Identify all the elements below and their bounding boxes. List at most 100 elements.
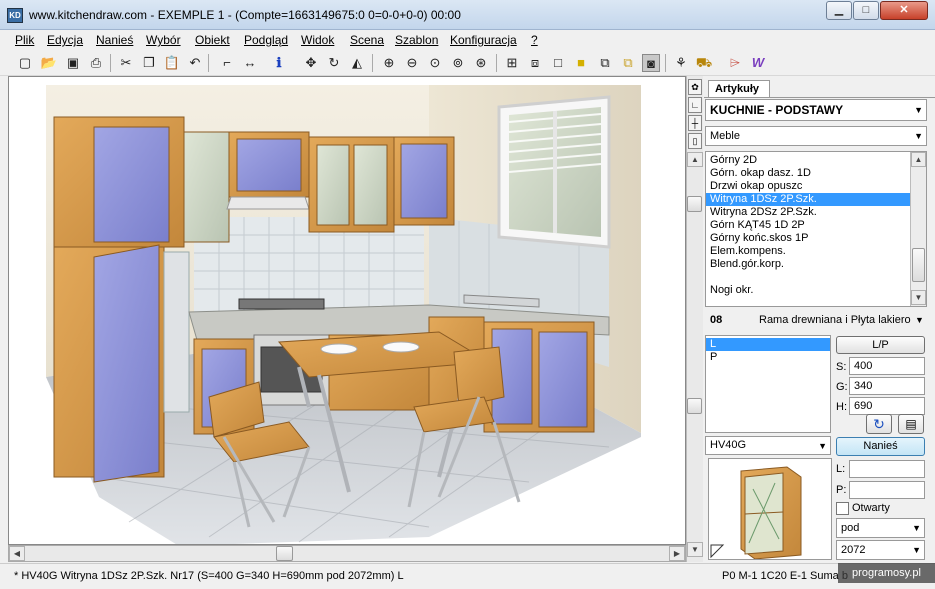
tab-wall-icon[interactable]: ┼ xyxy=(688,115,702,131)
tool-b-icon[interactable]: ⛟ xyxy=(695,54,713,72)
info-icon[interactable]: ℹ xyxy=(270,54,288,72)
article-list[interactable]: Górny 2D Górn. okap dasz. 1D Drzwi okap op… xyxy=(705,151,927,307)
3d-viewport[interactable] xyxy=(8,76,686,545)
minimize-button[interactable]: ▁ xyxy=(826,1,852,20)
save-icon[interactable]: ▣ xyxy=(64,54,82,72)
scroll-thumb[interactable] xyxy=(912,248,925,282)
tab-plan-icon[interactable]: ∟ xyxy=(688,97,702,113)
list-item[interactable]: Witryna 1DSz 2P.Szk. xyxy=(706,193,926,206)
list-item[interactable]: Górny 2D xyxy=(706,154,926,167)
tool-c-icon[interactable]: ⌲ xyxy=(726,54,744,72)
reference-select[interactable]: HV40G ▼ xyxy=(705,436,831,455)
camera-view-icon[interactable]: ◙ xyxy=(642,54,660,72)
list-scrollbar[interactable]: ▲ ▼ xyxy=(910,152,926,306)
menu-widok[interactable]: Widok xyxy=(301,33,334,47)
zoom-in-icon[interactable]: ⊕ xyxy=(380,54,398,72)
toolbar-separator xyxy=(496,54,497,72)
list-item[interactable] xyxy=(706,271,926,284)
list-item[interactable]: Górn KĄT45 1D 2P xyxy=(706,219,926,232)
tool-a-icon[interactable]: ⚘ xyxy=(672,54,690,72)
open-folder-icon[interactable]: 📂 xyxy=(40,54,58,72)
cut-icon[interactable]: ✂ xyxy=(117,54,135,72)
list-item[interactable]: Nogi okr. xyxy=(706,284,926,297)
chevron-down-icon: ▼ xyxy=(915,315,924,325)
zoom-previous-icon[interactable]: ⊛ xyxy=(472,54,490,72)
position-select[interactable]: pod ▼ xyxy=(836,518,925,538)
catalog-sheet-icon[interactable]: ▤ xyxy=(898,414,924,434)
menu-help[interactable]: ? xyxy=(531,33,538,47)
scroll-down-icon[interactable]: ▼ xyxy=(687,542,703,557)
list-item[interactable]: Górn. okap dasz. 1D xyxy=(706,167,926,180)
model-select[interactable]: 08 Rama drewniana i Płyta lakiero ▼ xyxy=(705,312,927,330)
rotate-icon[interactable]: ↻ xyxy=(325,54,343,72)
print-icon[interactable]: ⎙ xyxy=(87,54,105,72)
tab-articles-icon[interactable]: ✿ xyxy=(688,79,702,95)
tab-page-icon[interactable]: ▯ xyxy=(688,133,702,149)
elevation-view-icon[interactable]: ⧈ xyxy=(526,54,544,72)
menu-szablon[interactable]: Szablon xyxy=(395,33,438,47)
scroll-thumb[interactable] xyxy=(687,398,702,414)
solid-view-icon[interactable]: ■ xyxy=(572,54,590,72)
place-button[interactable]: Nanieś xyxy=(836,437,925,456)
menu-edycja[interactable]: Edycja xyxy=(47,33,83,47)
catalog-select[interactable]: KUCHNIE - PODSTAWY ▼ xyxy=(705,99,927,121)
width-input[interactable]: 400 xyxy=(849,357,925,375)
dimension-icon[interactable]: ↔ xyxy=(241,54,259,72)
refresh-icon[interactable]: ↻ xyxy=(866,414,892,434)
new-file-icon[interactable]: ▢ xyxy=(16,54,34,72)
maximize-button[interactable]: □ xyxy=(853,1,879,20)
undo-icon[interactable]: ↶ xyxy=(186,54,204,72)
zoom-all-icon[interactable]: ⊚ xyxy=(449,54,467,72)
box-view-icon[interactable]: ⧉ xyxy=(596,54,614,72)
horizontal-scrollbar[interactable]: ◀ ▶ xyxy=(8,545,686,562)
lp-toggle-button[interactable]: L/P xyxy=(836,336,925,354)
tab-articles[interactable]: Artykuły xyxy=(708,80,770,97)
hinge-option[interactable]: P xyxy=(706,351,830,364)
scroll-thumb[interactable] xyxy=(687,196,702,212)
zoom-out-icon[interactable]: ⊖ xyxy=(403,54,421,72)
menu-nanies[interactable]: Nanieś xyxy=(96,33,133,47)
scroll-up-icon[interactable]: ▲ xyxy=(687,152,703,167)
hinge-option[interactable]: L xyxy=(706,338,830,351)
menu-label: Podgląd xyxy=(244,33,289,47)
menu-podglad[interactable]: Podgląd xyxy=(244,33,288,47)
wireframe-view-icon[interactable]: □ xyxy=(549,54,567,72)
paste-icon[interactable]: 📋 xyxy=(163,54,181,72)
hinge-list[interactable]: LP xyxy=(705,335,831,433)
tool-d-icon[interactable]: W xyxy=(749,54,767,72)
list-item[interactable]: Elem.kompens. xyxy=(706,245,926,258)
render-view-icon[interactable]: ⧉ xyxy=(619,54,637,72)
close-button[interactable]: ✕ xyxy=(880,1,928,20)
measure-icon[interactable]: ⌐ xyxy=(218,54,236,72)
right-input[interactable] xyxy=(849,481,925,499)
menu-label: Widok xyxy=(301,33,335,47)
plan-view-icon[interactable]: ⊞ xyxy=(503,54,521,72)
menu-plik[interactable]: Plik xyxy=(15,33,34,47)
depth-input[interactable]: 340 xyxy=(849,377,925,395)
height-select[interactable]: 2072 ▼ xyxy=(836,540,925,560)
list-item[interactable]: Drzwi okap opuszc xyxy=(706,180,926,193)
hinge-list-items: LP xyxy=(706,336,830,364)
list-item[interactable]: Górny końc.skos 1P xyxy=(706,232,926,245)
plate xyxy=(320,343,358,355)
scroll-left-icon[interactable]: ◀ xyxy=(9,546,25,561)
open-checkbox[interactable] xyxy=(836,502,849,515)
height-input[interactable]: 690 xyxy=(849,397,925,415)
menu-scena[interactable]: Scena xyxy=(350,33,384,47)
scroll-down-icon[interactable]: ▼ xyxy=(911,290,926,305)
left-input[interactable] xyxy=(849,460,925,478)
category-select[interactable]: Meble ▼ xyxy=(705,126,927,146)
menu-konfiguracja[interactable]: Konfiguracja xyxy=(450,33,517,47)
menu-obiekt[interactable]: Obiekt xyxy=(195,33,230,47)
scroll-right-icon[interactable]: ▶ xyxy=(669,546,685,561)
list-item[interactable]: Witryna 2DSz 2P.Szk. xyxy=(706,206,926,219)
vertical-scrollbar[interactable]: ✿ ∟ ┼ ▯ ▲ ▼ xyxy=(686,76,703,562)
zoom-window-icon[interactable]: ⊙ xyxy=(426,54,444,72)
move-icon[interactable]: ✥ xyxy=(302,54,320,72)
copy-icon[interactable]: ❐ xyxy=(140,54,158,72)
mirror-icon[interactable]: ◭ xyxy=(348,54,366,72)
menu-wybor[interactable]: Wybór xyxy=(146,33,181,47)
scroll-up-icon[interactable]: ▲ xyxy=(911,152,926,167)
list-item[interactable]: Blend.gór.korp. xyxy=(706,258,926,271)
scroll-thumb[interactable] xyxy=(276,546,293,561)
